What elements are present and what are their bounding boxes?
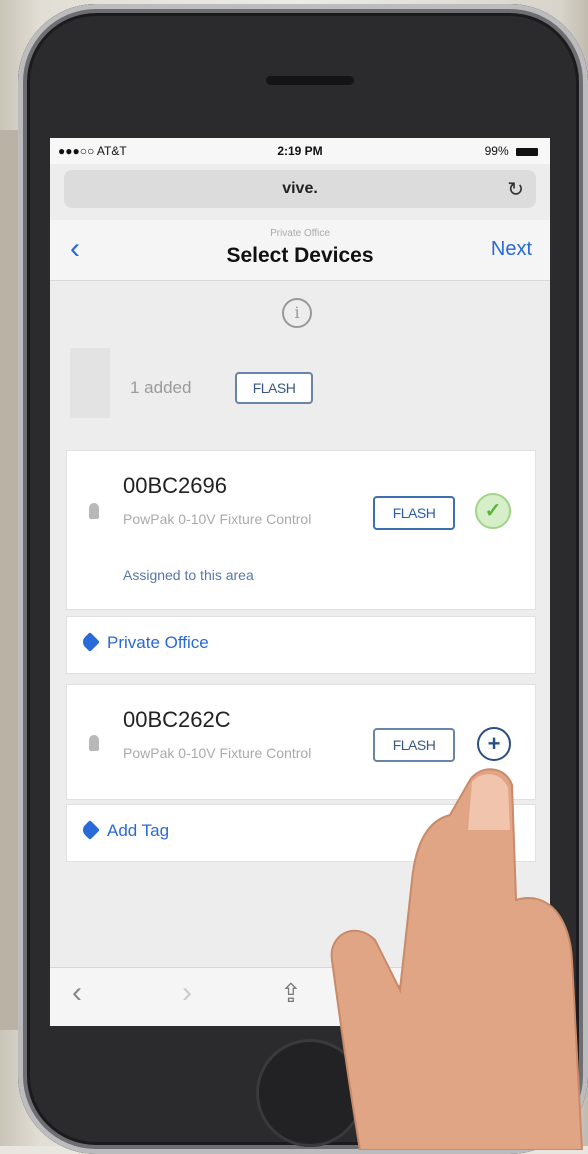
battery-indicator: 99% — [485, 144, 538, 158]
reload-icon[interactable]: ↻ — [507, 177, 524, 202]
info-icon[interactable]: i — [282, 298, 312, 328]
browser-url-bar[interactable]: vive. ↻ — [64, 170, 536, 208]
device-status: Assigned to this area — [123, 567, 254, 583]
device-id: 00BC2696 — [123, 473, 227, 498]
url-text: vive. — [282, 180, 318, 197]
battery-icon — [516, 147, 538, 156]
bookmarks-icon[interactable]: ▢ — [390, 978, 415, 1009]
bulb-icon — [89, 735, 99, 751]
background-frame-left — [0, 130, 18, 1030]
tag-icon — [80, 632, 100, 652]
browser-toolbar: ‹ › ⇪ ▢ — [50, 967, 550, 1026]
check-icon[interactable]: ✓ — [475, 493, 511, 529]
added-summary: 1 added FLASH — [70, 348, 530, 418]
share-icon[interactable]: ⇪ — [280, 978, 302, 1009]
battery-percent: 99% — [484, 144, 509, 158]
navigation-bar: ‹ Private Office Select Devices Next — [50, 220, 550, 281]
tag-label: Private Office — [107, 633, 209, 652]
page-title: Select Devices — [226, 244, 374, 267]
add-tag-label: Add Tag — [107, 821, 170, 840]
bulb-icon — [89, 503, 99, 519]
nav-subtitle: Private Office — [270, 228, 330, 239]
home-button[interactable] — [256, 1039, 364, 1147]
device-card[interactable]: 00BC262C PowPak 0-10V Fixture Control FL… — [66, 684, 536, 800]
device-thumbnail — [70, 348, 110, 418]
tabs-icon[interactable] — [480, 980, 506, 1006]
tag-icon — [80, 820, 100, 840]
device-id: 00BC262C — [123, 707, 231, 732]
status-time: 2:19 PM — [277, 144, 323, 158]
device-card[interactable]: 00BC2696 PowPak 0-10V Fixture Control As… — [66, 450, 536, 610]
tag-row[interactable]: Private Office — [66, 616, 536, 674]
status-bar: ●●●○○ AT&T 2:19 PM 99% — [50, 138, 550, 164]
flash-all-button[interactable]: FLASH — [235, 372, 313, 404]
phone-screen: ●●●○○ AT&T 2:19 PM 99% vive. ↻ ‹ Private… — [50, 138, 550, 1026]
flash-button[interactable]: FLASH — [373, 728, 455, 762]
added-count: 1 added — [130, 378, 192, 397]
device-description: PowPak 0-10V Fixture Control — [123, 745, 312, 761]
flash-button[interactable]: FLASH — [373, 496, 455, 530]
next-button[interactable]: Next — [491, 238, 532, 261]
phone-speaker — [266, 76, 354, 85]
plus-icon[interactable]: + — [477, 727, 511, 761]
browser-forward-icon[interactable]: › — [182, 976, 192, 1010]
add-tag-row[interactable]: Add Tag — [66, 804, 536, 862]
browser-back-icon[interactable]: ‹ — [72, 976, 82, 1010]
device-description: PowPak 0-10V Fixture Control — [123, 511, 312, 527]
